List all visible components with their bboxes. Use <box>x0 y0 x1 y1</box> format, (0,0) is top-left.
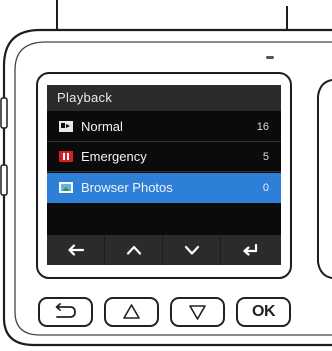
up-triangle-icon <box>123 304 140 319</box>
back-arrow-icon <box>68 244 85 256</box>
softkey-up[interactable] <box>105 235 163 265</box>
softkey-back[interactable] <box>47 235 105 265</box>
menu-item-label: Normal <box>81 119 123 134</box>
dashcam-device: Playback Normal 16 Emergency 5 Browser P… <box>0 0 332 351</box>
file-count: 16 <box>256 121 269 133</box>
file-count: 5 <box>262 151 269 163</box>
down-triangle-icon <box>189 305 206 320</box>
enter-icon <box>243 243 258 256</box>
ok-button-label: OK <box>252 303 276 320</box>
video-clip-icon <box>59 121 73 132</box>
softkey-down[interactable] <box>163 235 221 265</box>
menu-item-normal[interactable]: Normal 16 <box>47 112 281 142</box>
lcd-screen: Playback Normal 16 Emergency 5 Browser P… <box>47 85 281 265</box>
down-chevron-icon <box>184 245 200 255</box>
emergency-video-icon <box>59 151 73 162</box>
file-count: 0 <box>262 182 269 194</box>
up-chevron-icon <box>126 245 142 255</box>
menu-title: Playback <box>47 85 281 111</box>
softkey-enter[interactable] <box>221 235 279 265</box>
up-button[interactable] <box>104 297 159 327</box>
return-button[interactable] <box>38 297 93 327</box>
menu-item-label: Emergency <box>81 149 147 164</box>
menu-item-label: Browser Photos <box>81 180 173 195</box>
photo-icon <box>59 182 73 193</box>
menu-item-emergency[interactable]: Emergency 5 <box>47 142 281 172</box>
softkey-bar <box>47 235 281 265</box>
return-arrow-icon <box>55 303 76 318</box>
down-button[interactable] <box>170 297 225 327</box>
ok-button[interactable]: OK <box>236 297 291 327</box>
menu-item-browser-photos[interactable]: Browser Photos 0 <box>47 173 281 203</box>
